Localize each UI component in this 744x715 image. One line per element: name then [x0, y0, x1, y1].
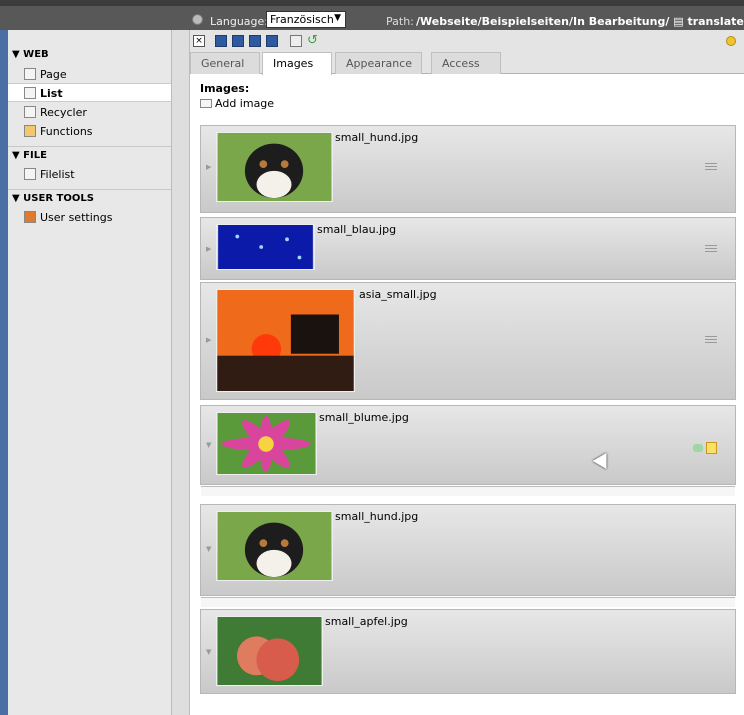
add-image-link[interactable]: Add image	[200, 97, 274, 110]
close-icon[interactable]: ×	[193, 35, 205, 47]
image-record[interactable]: ▼ small_blume.jpg	[200, 405, 736, 496]
path-value: /Webseite/Beispielseiten/In Bearbeitung/…	[416, 15, 744, 28]
module-sidebar: ▼ WEB Page List Recycler Functions ▼ FIL…	[0, 30, 172, 715]
language-globe-icon	[192, 14, 203, 25]
save-and-new-icon[interactable]	[266, 35, 278, 47]
image-record[interactable]: ▶ small_hund.jpg	[200, 125, 736, 213]
page-icon: ▤	[673, 15, 688, 28]
blue-lights-thumbnail	[216, 224, 315, 270]
section-user-tools-title: USER TOOLS	[23, 193, 94, 204]
path-label: Path:	[386, 15, 414, 28]
delete-icon[interactable]	[290, 35, 302, 47]
record-footer	[201, 486, 735, 496]
image-record[interactable]: ▶ asia_small.jpg	[200, 282, 736, 400]
expand-arrow-icon[interactable]: ▼	[206, 648, 211, 656]
trash-icon	[24, 106, 36, 118]
undo-icon[interactable]: ↺	[307, 34, 319, 47]
apple-thumbnail	[216, 616, 323, 686]
sidebar-item-functions[interactable]: Functions	[8, 122, 171, 141]
sidebar-item-label: Functions	[40, 125, 93, 138]
user-icon	[24, 211, 36, 223]
tab-bar: General Images Appearance Access	[190, 52, 744, 75]
section-user-tools-header[interactable]: ▼ USER TOOLS	[8, 193, 94, 204]
drag-handle-icon[interactable]	[705, 245, 717, 252]
edit-document-icon[interactable]	[706, 442, 717, 454]
collapse-arrow-icon[interactable]: ▶	[206, 245, 211, 253]
document-toolbar: × ↺	[190, 30, 744, 52]
tab-label: Access	[442, 57, 480, 70]
path-text: /Webseite/Beispielseiten/In Bearbeitung/	[416, 15, 670, 28]
image-filename: small_hund.jpg	[335, 131, 419, 144]
section-web-header[interactable]: ▼ WEB	[8, 49, 49, 60]
record-footer	[201, 597, 735, 607]
image-filename: small_apfel.jpg	[325, 615, 408, 628]
page-title: translate [29	[687, 15, 744, 28]
sidebar-item-recycler[interactable]: Recycler	[8, 103, 171, 122]
sidebar-item-list[interactable]: List	[8, 83, 171, 102]
top-bar: Language: Französisch ▼ Path: /Webseite/…	[0, 0, 744, 30]
images-field-label: Images:	[200, 82, 250, 95]
tab-label: Images	[273, 57, 314, 70]
content-area: × ↺ General Images Appearance Access Ima…	[190, 30, 744, 715]
image-filename: small_hund.jpg	[335, 510, 419, 523]
folder-icon	[24, 168, 36, 180]
panel-resizer[interactable]	[172, 30, 190, 715]
image-record[interactable]: ▼ small_apfel.jpg	[200, 609, 736, 694]
image-record[interactable]: ▶ small_blau.jpg	[200, 217, 736, 280]
sidebar-item-label: Page	[40, 68, 67, 81]
sidebar-item-label: Recycler	[40, 106, 87, 119]
section-divider	[8, 146, 171, 147]
image-filename: small_blume.jpg	[319, 411, 409, 424]
image-record[interactable]: ▼ small_hund.jpg	[200, 504, 736, 607]
tab-access[interactable]: Access	[431, 52, 501, 74]
dog-thumbnail	[216, 132, 333, 202]
drag-handle-icon[interactable]	[705, 163, 717, 170]
sidebar-item-page[interactable]: Page	[8, 65, 171, 84]
save-and-view-icon[interactable]	[249, 35, 261, 47]
flower-thumbnail	[216, 412, 317, 475]
collapse-arrow-icon[interactable]: ▶	[206, 163, 211, 171]
sidebar-item-filelist[interactable]: Filelist	[8, 165, 171, 184]
expand-arrow-icon[interactable]: ▼	[206, 441, 211, 449]
collapse-arrow-icon[interactable]: ▶	[206, 336, 211, 344]
sunset-thumbnail	[216, 289, 355, 392]
add-page-icon[interactable]	[726, 36, 736, 46]
tab-appearance[interactable]: Appearance	[335, 52, 422, 74]
folder-icon	[200, 99, 212, 108]
page-edit-icon	[24, 68, 36, 80]
language-selected-value: Französisch	[270, 13, 334, 26]
tab-label: General	[201, 57, 245, 70]
comment-icon[interactable]	[693, 444, 703, 452]
section-file-title: FILE	[23, 150, 47, 161]
section-file-header[interactable]: ▼ FILE	[8, 150, 47, 161]
section-divider	[8, 189, 171, 190]
tab-general[interactable]: General	[190, 52, 260, 74]
tab-label: Appearance	[346, 57, 413, 70]
sidebar-item-label: User settings	[40, 211, 113, 224]
save-and-close-icon[interactable]	[232, 35, 244, 47]
expand-arrow-icon[interactable]: ▼	[206, 545, 211, 553]
sidebar-item-label: List	[40, 87, 63, 100]
language-select[interactable]: Französisch ▼	[266, 11, 346, 28]
tab-images[interactable]: Images	[262, 52, 332, 75]
save-icon[interactable]	[215, 35, 227, 47]
drag-handle-icon[interactable]	[705, 336, 717, 343]
section-web-title: WEB	[23, 49, 49, 60]
list-icon	[24, 87, 36, 99]
image-filename: asia_small.jpg	[359, 288, 437, 301]
wand-icon	[24, 125, 36, 137]
chevron-down-icon: ▼	[334, 13, 341, 23]
language-label: Language:	[210, 15, 268, 28]
sidebar-item-user-settings[interactable]: User settings	[8, 208, 171, 227]
dog-thumbnail	[216, 511, 333, 581]
add-image-label: Add image	[215, 97, 275, 110]
sidebar-item-label: Filelist	[40, 168, 75, 181]
image-filename: small_blau.jpg	[317, 223, 397, 236]
